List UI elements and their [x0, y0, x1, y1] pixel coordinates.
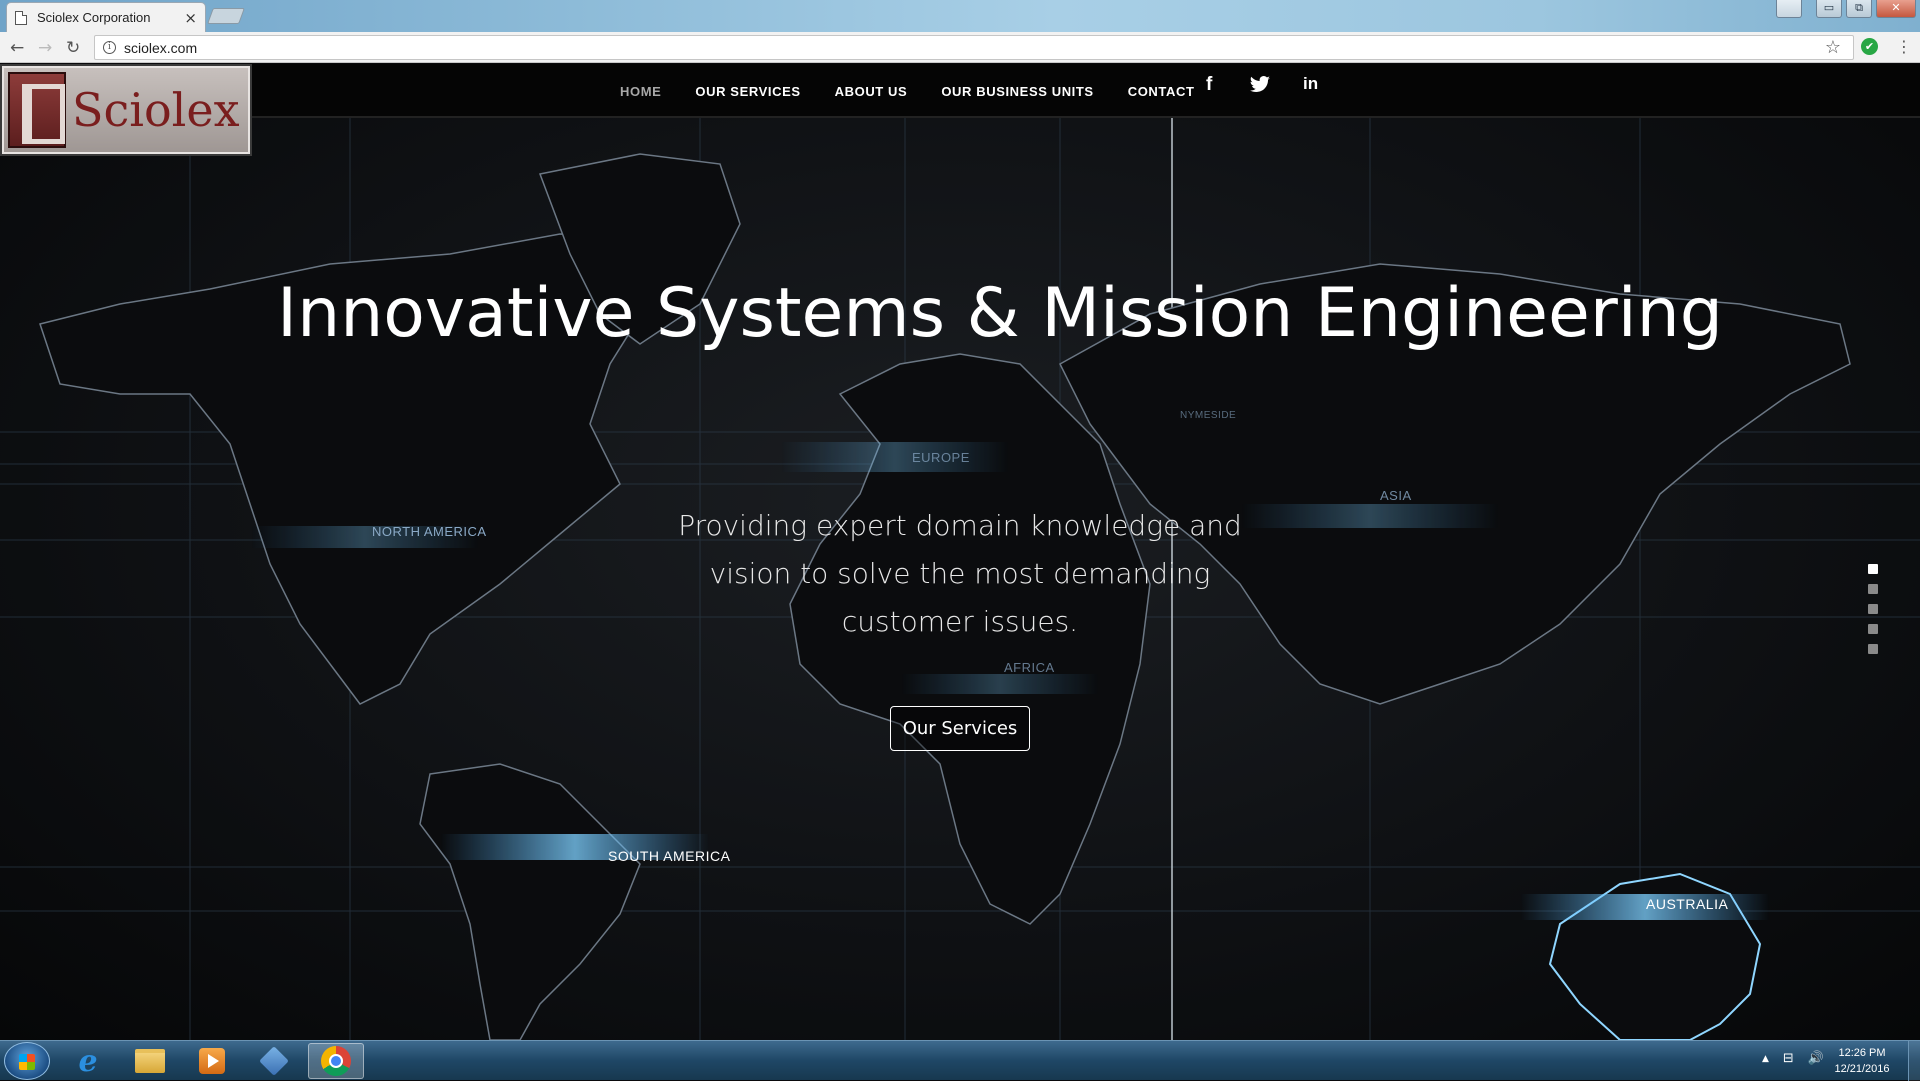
start-button[interactable] [4, 1042, 50, 1080]
hero-subtitle: Providing expert domain knowledge and vi… [678, 509, 1242, 638]
website-page: HOME OUR SERVICES ABOUT US OUR BUSINESS … [0, 64, 1920, 1040]
minimize-button[interactable]: ▭ [1816, 0, 1842, 18]
system-tray: ▲ ⊟ 🔊 [1762, 1051, 1824, 1066]
region-label-europe: EUROPE [912, 450, 970, 465]
slider-pagination [1868, 564, 1878, 654]
bookmark-star-icon[interactable]: ☆ [1825, 37, 1841, 58]
nav-our-services[interactable]: OUR SERVICES [695, 84, 800, 99]
linkedin-icon[interactable]: in [1303, 74, 1318, 94]
site-navbar: HOME OUR SERVICES ABOUT US OUR BUSINESS … [0, 64, 1920, 118]
nav-our-business-units[interactable]: OUR BUSINESS UNITS [941, 84, 1093, 99]
region-label-south-america: SOUTH AMERICA [608, 848, 731, 864]
taskbar-clock[interactable]: 12:26 PM 12/21/2016 [1822, 1045, 1902, 1077]
windows-taskbar: e ▲ ⊟ 🔊 12:26 PM 12/21/2016 [0, 1040, 1920, 1081]
our-services-button[interactable]: Our Services [890, 706, 1030, 751]
region-label-north-america: NORTH AMERICA [372, 524, 487, 539]
back-arrow-icon[interactable]: ← [10, 38, 24, 58]
main-nav: HOME OUR SERVICES ABOUT US OUR BUSINESS … [620, 64, 1229, 118]
logo-mark-icon [8, 72, 66, 148]
site-info-icon[interactable]: i [103, 41, 116, 54]
browser-tab[interactable]: Sciolex Corporation × [6, 2, 206, 32]
internet-explorer-icon[interactable]: e [60, 1043, 116, 1079]
region-label-nymeside: NYMESIDE [1180, 410, 1237, 421]
slider-dot[interactable] [1868, 624, 1878, 634]
tab-title: Sciolex Corporation [37, 10, 151, 25]
show-desktop-button[interactable] [1908, 1041, 1920, 1081]
twitter-icon[interactable] [1249, 76, 1270, 97]
network-icon[interactable]: ⊟ [1783, 1051, 1794, 1066]
media-player-icon[interactable] [184, 1043, 240, 1079]
maximize-button[interactable]: ⧉ [1846, 0, 1872, 18]
window-controls: ▭ ⧉ ✕ [1776, 0, 1916, 18]
browser-toolbar: ← → ↻ i sciolex.com ☆ ✔ ⋮ [0, 32, 1920, 63]
region-label-australia: AUSTRALIA [1646, 896, 1729, 912]
extension-check-icon[interactable]: ✔ [1861, 38, 1878, 55]
sciolex-logo[interactable]: Sciolex [2, 66, 250, 154]
slider-dot[interactable] [1868, 584, 1878, 594]
slider-dot[interactable] [1868, 644, 1878, 654]
facebook-icon[interactable]: f [1206, 74, 1212, 96]
slider-dot[interactable] [1868, 604, 1878, 614]
reload-icon[interactable]: ↻ [66, 38, 80, 58]
page-icon [15, 10, 27, 25]
region-label-africa: AFRICA [1004, 660, 1055, 675]
tools-app-icon[interactable] [246, 1043, 302, 1079]
tray-expand-icon[interactable]: ▲ [1762, 1054, 1769, 1066]
user-profile-icon[interactable] [1776, 0, 1802, 18]
browser-title-bar: Sciolex Corporation × ▭ ⧉ ✕ [0, 0, 1920, 32]
nav-contact[interactable]: CONTACT [1128, 84, 1195, 99]
region-label-asia: ASIA [1380, 488, 1412, 503]
chrome-icon[interactable] [308, 1043, 364, 1079]
south-america-shape [419, 763, 641, 1040]
hero-title: Innovative Systems & Mission Engineering [277, 274, 1723, 353]
clock-time: 12:26 PM [1838, 1047, 1886, 1059]
close-window-button[interactable]: ✕ [1876, 0, 1916, 18]
nav-home[interactable]: HOME [620, 84, 661, 99]
url-text[interactable]: sciolex.com [124, 40, 197, 56]
slider-dot[interactable] [1868, 564, 1878, 574]
browser-menu-icon[interactable]: ⋮ [1896, 37, 1912, 56]
new-tab-button[interactable] [207, 8, 245, 24]
nav-about-us[interactable]: ABOUT US [835, 84, 908, 99]
file-explorer-icon[interactable] [122, 1043, 178, 1079]
logo-text: Sciolex [72, 83, 240, 137]
clock-date: 12/21/2016 [1834, 1063, 1890, 1075]
address-bar[interactable]: i sciolex.com ☆ [94, 35, 1854, 60]
tab-close-button[interactable]: × [184, 9, 197, 27]
forward-arrow-icon[interactable]: → [38, 38, 52, 58]
